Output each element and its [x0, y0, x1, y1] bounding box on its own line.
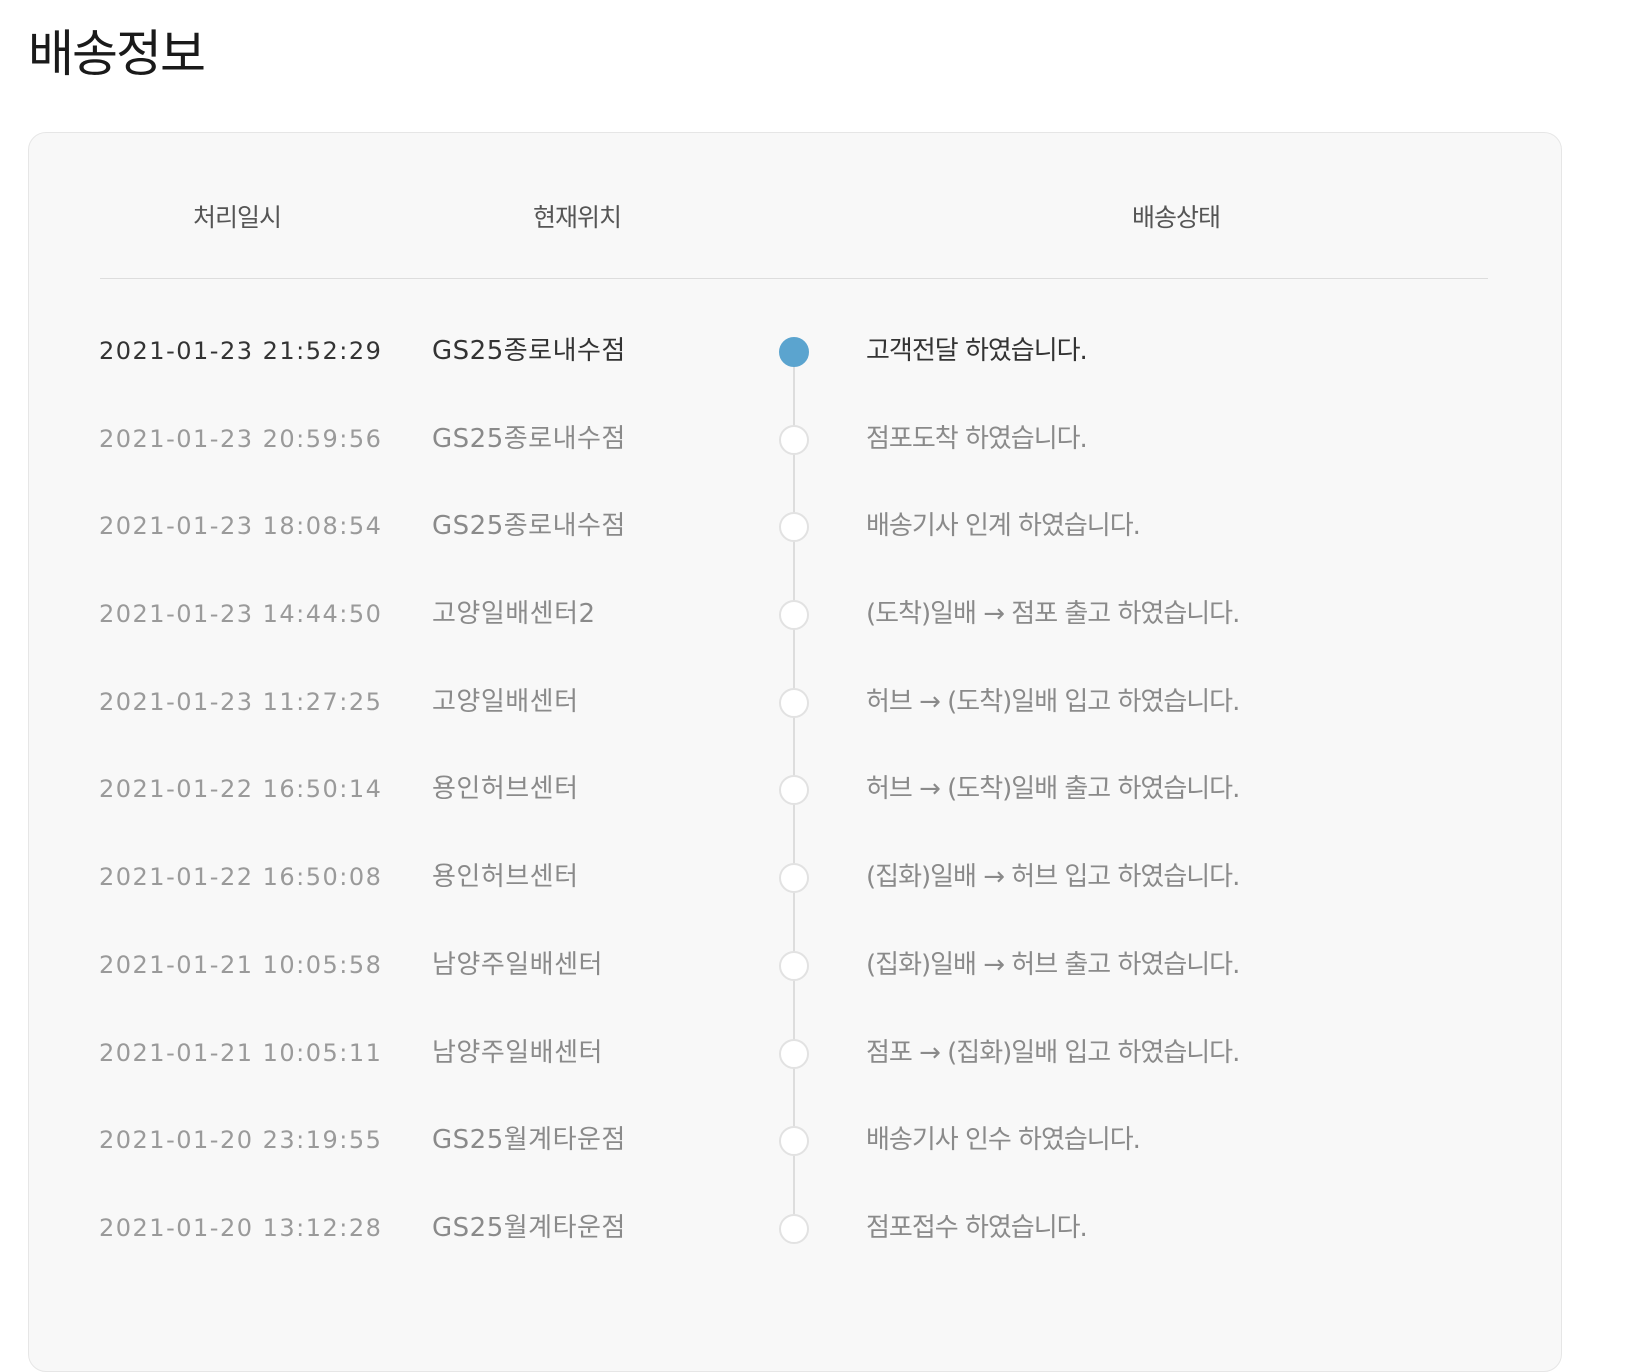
timeline-dot — [779, 950, 809, 981]
column-header-delivery-status: 배송상태 — [1131, 203, 1221, 232]
timeline-dot — [779, 1038, 809, 1069]
row-time: 2021-01-20 13:12:28 — [99, 1213, 383, 1242]
row-status: 허브 → (도착)일배 입고 하였습니다. — [866, 686, 1240, 717]
column-header-processed-time: 처리일시 — [192, 203, 282, 232]
tracking-row: 2021-01-23 14:44:50 고양일배센터2 (도착)일배 → 점포 … — [0, 570, 1627, 658]
timeline-dot — [779, 687, 809, 718]
row-time: 2021-01-23 11:27:25 — [99, 687, 383, 716]
row-location: 용인허브센터 — [432, 774, 579, 805]
tracking-row: 2021-01-23 18:08:54 GS25종로내수점 배송기사 인계 하였… — [0, 482, 1627, 570]
timeline-dot — [779, 512, 809, 543]
row-location: GS25종로내수점 — [432, 511, 626, 542]
row-location: GS25종로내수점 — [432, 423, 626, 454]
timeline-dot — [779, 424, 809, 455]
row-location: GS25종로내수점 — [432, 336, 626, 366]
column-header-current-location: 현재위치 — [532, 203, 622, 232]
timeline-dot — [779, 337, 809, 367]
row-time: 2021-01-23 14:44:50 — [99, 600, 383, 629]
row-time: 2021-01-23 21:52:29 — [99, 337, 383, 365]
tracking-list: 2021-01-23 21:52:29 GS25종로내수점 고객전달 하였습니다… — [0, 307, 1627, 1272]
tracking-row: 2021-01-23 21:52:29 GS25종로내수점 고객전달 하였습니다… — [0, 307, 1627, 395]
timeline-dot — [779, 1126, 809, 1157]
row-location: 남양주일배센터 — [432, 949, 603, 980]
page-title: 배송정보 — [28, 25, 206, 83]
row-time: 2021-01-20 23:19:55 — [99, 1126, 383, 1155]
tracking-row: 2021-01-23 20:59:56 GS25종로내수점 점포도착 하였습니다… — [0, 395, 1627, 483]
row-status: (집화)일배 → 허브 출고 하였습니다. — [866, 949, 1240, 980]
tracking-row: 2021-01-21 10:05:58 남양주일배센터 (집화)일배 → 허브 … — [0, 921, 1627, 1009]
row-location: 고양일배센터 — [432, 686, 579, 717]
row-location: GS25월계타운점 — [432, 1125, 626, 1156]
row-status: 점포접수 하였습니다. — [866, 1212, 1088, 1243]
row-time: 2021-01-22 16:50:14 — [99, 775, 383, 804]
header-divider — [100, 278, 1488, 279]
row-status: 점포 → (집화)일배 입고 하였습니다. — [866, 1037, 1240, 1068]
row-status: (집화)일배 → 허브 입고 하였습니다. — [866, 862, 1240, 893]
row-status: 배송기사 인수 하였습니다. — [866, 1125, 1141, 1156]
row-location: 고양일배센터2 — [432, 599, 596, 630]
row-status: (도착)일배 → 점포 출고 하였습니다. — [866, 599, 1240, 630]
row-time: 2021-01-23 20:59:56 — [99, 424, 383, 453]
row-status: 고객전달 하였습니다. — [866, 336, 1088, 366]
tracking-row: 2021-01-20 23:19:55 GS25월계타운점 배송기사 인수 하였… — [0, 1096, 1627, 1184]
row-status: 배송기사 인계 하였습니다. — [866, 511, 1141, 542]
row-time: 2021-01-21 10:05:11 — [99, 1038, 383, 1067]
row-status: 허브 → (도착)일배 출고 하였습니다. — [866, 774, 1240, 805]
row-location: 용인허브센터 — [432, 862, 579, 893]
tracking-row: 2021-01-22 16:50:08 용인허브센터 (집화)일배 → 허브 입… — [0, 833, 1627, 921]
timeline-dot — [779, 775, 809, 806]
row-time: 2021-01-22 16:50:08 — [99, 863, 383, 892]
tracking-row: 2021-01-23 11:27:25 고양일배센터 허브 → (도착)일배 입… — [0, 658, 1627, 746]
tracking-row: 2021-01-20 13:12:28 GS25월계타운점 점포접수 하였습니다… — [0, 1184, 1627, 1272]
timeline-dot — [779, 600, 809, 631]
row-status: 점포도착 하였습니다. — [866, 423, 1088, 454]
tracking-row: 2021-01-21 10:05:11 남양주일배센터 점포 → (집화)일배 … — [0, 1009, 1627, 1097]
row-location: 남양주일배센터 — [432, 1037, 603, 1068]
timeline-dot — [779, 1213, 809, 1244]
timeline-dot — [779, 863, 809, 894]
row-time: 2021-01-21 10:05:58 — [99, 950, 383, 979]
row-location: GS25월계타운점 — [432, 1212, 626, 1243]
row-time: 2021-01-23 18:08:54 — [99, 512, 383, 541]
tracking-row: 2021-01-22 16:50:14 용인허브센터 허브 → (도착)일배 출… — [0, 745, 1627, 833]
